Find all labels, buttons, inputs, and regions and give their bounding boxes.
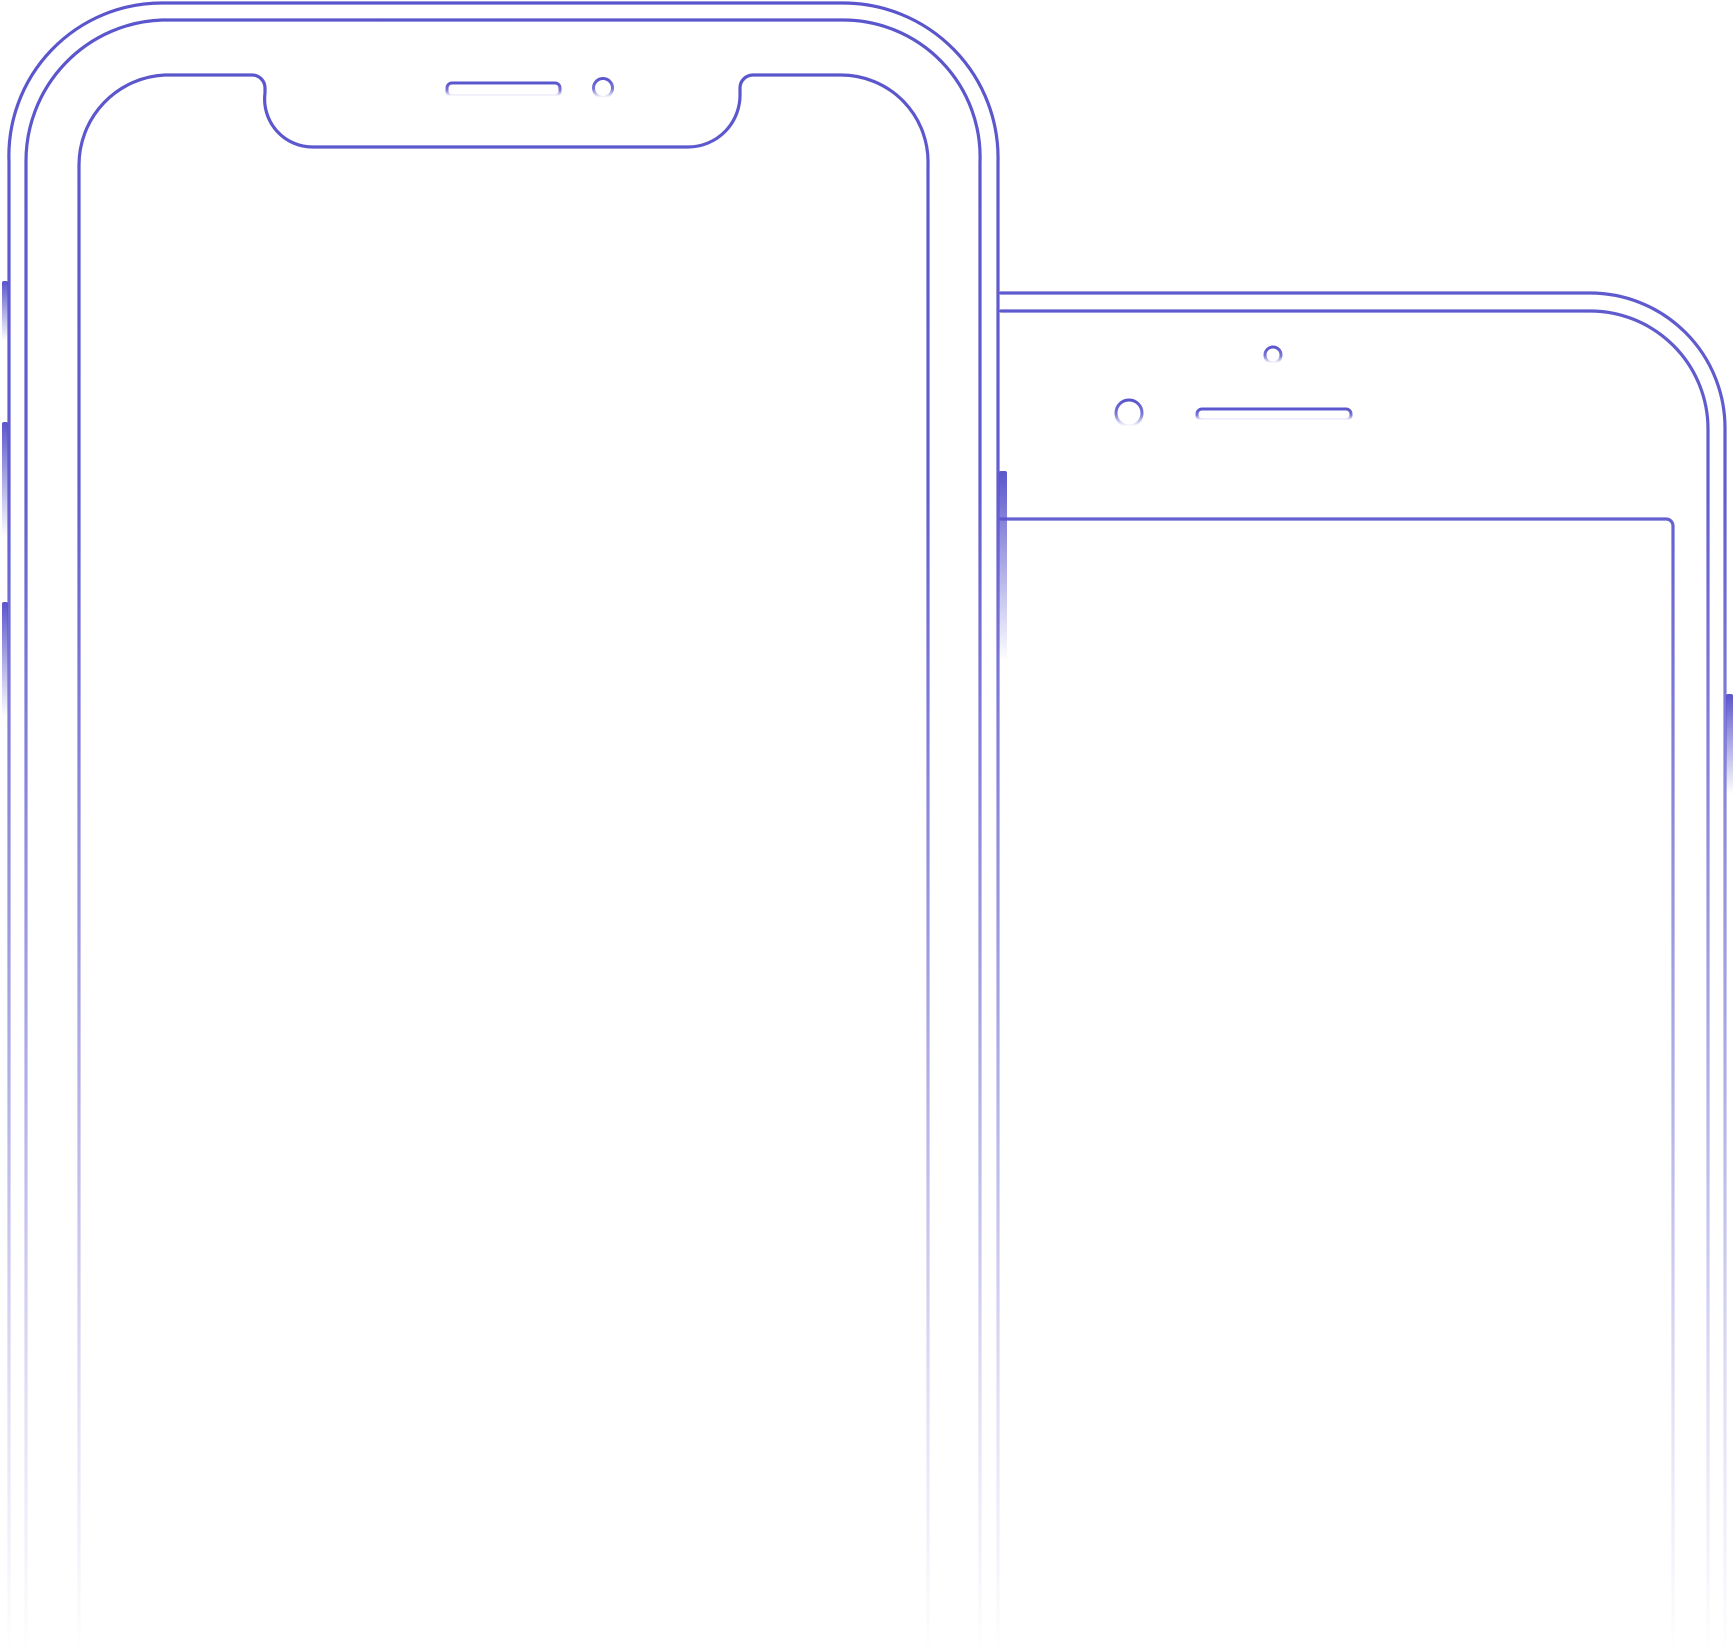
- phone-with-notch: [7, 1, 1000, 1652]
- bezel-phone-screen: [999, 517, 1675, 1652]
- speaker-grille-icon: [1195, 407, 1353, 422]
- side-button-icon: [2, 281, 8, 717]
- front-camera-icon: [1114, 398, 1144, 428]
- phone-screen: [77, 73, 930, 1652]
- phone-inner-frame: [24, 18, 982, 1652]
- bezel-phone-outer-frame: [999, 291, 1727, 1652]
- phones-outline-svg: [2, 1, 1733, 1652]
- front-camera-icon: [592, 77, 614, 99]
- proximity-sensor-icon: [1263, 345, 1283, 365]
- speaker-grille-icon: [445, 81, 562, 98]
- device-outline-illustration: [0, 0, 1736, 1652]
- bezel-phone-inner-frame: [999, 309, 1710, 1652]
- phone-outer-frame: [7, 1, 1000, 1652]
- phone-with-bezel: [999, 291, 1727, 1652]
